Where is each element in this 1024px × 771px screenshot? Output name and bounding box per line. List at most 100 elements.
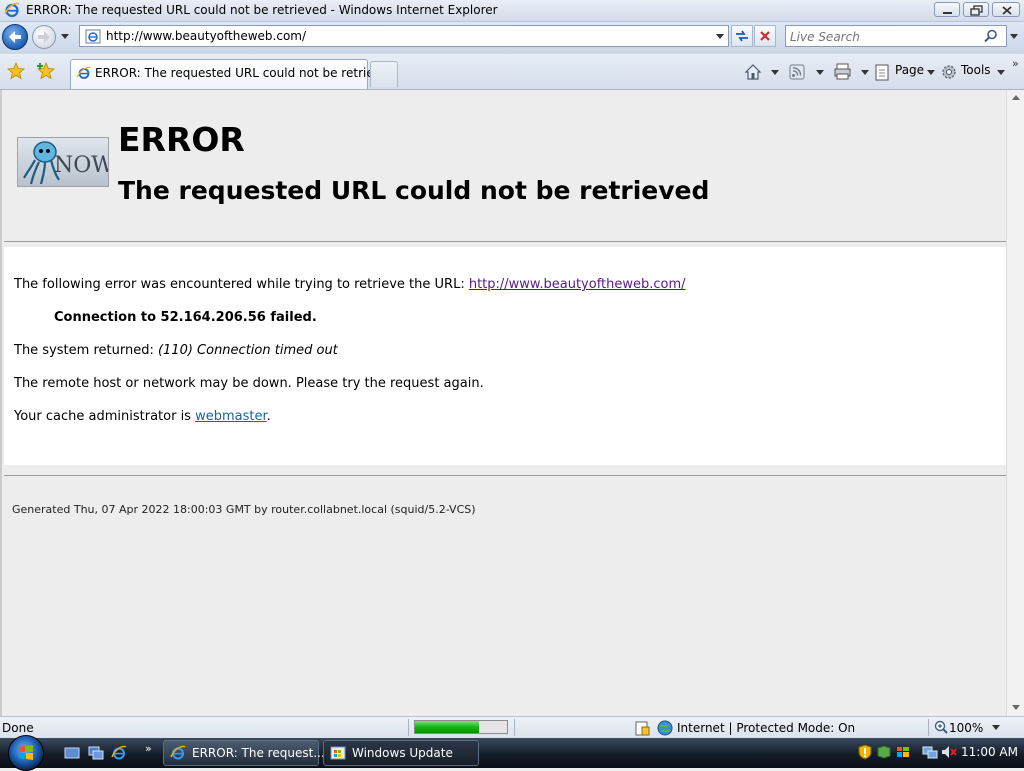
tools-menu-button[interactable]: Tools [941,62,1007,82]
stop-button[interactable] [754,25,776,47]
taskbar-button-label: ERROR: The request... [192,746,325,760]
cache-admin-text: Your cache administrator is [14,409,196,424]
ie-page-icon [77,66,91,79]
windows-logo-icon [19,745,33,760]
webmaster-link[interactable]: webmaster [195,409,267,424]
page-menu-label: Page [895,63,925,77]
divider [4,475,1006,476]
refresh-icon [736,30,748,42]
network-icon[interactable] [922,744,938,760]
progress-bar [414,720,508,734]
new-tab-button[interactable] [370,61,398,87]
more-commands-chevron-icon[interactable]: » [1012,57,1019,70]
zoom-dropdown-icon[interactable] [992,725,1000,731]
print-button[interactable] [834,62,870,82]
address-bar[interactable]: http://www.beautyoftheweb.com/ [79,25,729,47]
page-content: NOW ERROR The requested URL could not be… [0,90,1006,716]
progress-fill [415,721,480,733]
system-returned-paragraph: The system returned: (110) Connection ti… [14,343,338,358]
back-button[interactable] [2,24,28,50]
divider [408,719,409,736]
refresh-button[interactable] [731,25,753,47]
page-status-icon[interactable] [634,720,650,736]
logo-text: NOW [54,153,109,178]
start-button[interactable] [8,735,44,771]
tab-error-page[interactable]: ERROR: The requested URL could not be re… [70,59,396,89]
taskbar: » ERROR: The request... Windows Update 1… [0,735,1024,771]
divider [928,719,929,736]
taskbar-button-label: Windows Update [352,746,453,760]
title-bar: ERROR: The requested URL could not be re… [0,0,1024,22]
requested-url-link[interactable]: http://www.beautyoftheweb.com/ [469,277,686,292]
favorites-star-icon[interactable] [7,62,25,80]
close-icon [1002,6,1012,15]
minimize-button[interactable] [934,2,960,17]
url-text[interactable]: http://www.beautyoftheweb.com/ [106,29,306,43]
vertical-scrollbar[interactable] [1006,90,1024,716]
switch-windows-icon[interactable] [88,745,104,761]
system-returned-value: (110) Connection timed out [157,343,338,358]
error-details: The following error was encountered whil… [4,247,1006,465]
search-input[interactable] [788,27,982,47]
more-quick-launch-chevron-icon[interactable]: » [145,742,152,755]
cache-admin-suffix: . [266,409,271,424]
add-favorites-icon[interactable] [37,62,55,80]
squid-logo: NOW [17,137,109,187]
page-subheading: The requested URL could not be retrieved [118,176,710,205]
scroll-down-arrow-icon[interactable] [1012,705,1020,711]
taskbar-button-ie[interactable]: ERROR: The request... [163,740,325,766]
page-menu-button[interactable]: Page [874,62,936,82]
recent-pages-dropdown-icon[interactable] [61,34,69,40]
intro-text: The following error was encountered whil… [14,277,469,292]
ie-icon [170,745,186,760]
minimize-icon [943,12,952,14]
internet-globe-icon [657,720,673,736]
windows-update-icon [330,746,346,760]
system-returned-label: The system returned: [14,343,158,358]
volume-muted-icon[interactable] [941,744,957,760]
window-title: ERROR: The requested URL could not be re… [26,3,498,17]
restore-icon [970,5,983,16]
home-button[interactable] [744,62,780,82]
status-bar: Done Internet | Protected Mode: On 100% [0,716,1024,738]
tools-menu-label: Tools [961,63,991,77]
update-tray-icon[interactable] [876,744,892,760]
zoom-icon[interactable] [934,720,948,734]
search-options-dropdown-icon[interactable] [1010,34,1018,40]
tab-label: ERROR: The requested URL could not be re… [95,66,396,80]
taskbar-button-windows-update[interactable]: Windows Update [323,740,479,766]
security-alert-icon[interactable] [857,744,873,760]
zoom-level[interactable]: 100% [949,721,983,735]
cache-admin-paragraph: Your cache administrator is webmaster. [14,409,271,424]
forward-button[interactable] [32,25,56,49]
windows-tray-icon[interactable] [895,744,911,760]
tab-bar: ERROR: The requested URL could not be re… [0,55,1024,90]
remote-host-paragraph: The remote host or network may be down. … [14,376,484,391]
close-button[interactable] [992,2,1020,17]
status-text: Done [2,721,34,735]
search-box[interactable] [785,25,1007,47]
restore-button[interactable] [963,2,989,17]
scroll-up-arrow-icon[interactable] [1012,95,1020,101]
search-icon[interactable] [984,29,998,43]
show-desktop-icon[interactable] [64,745,80,761]
clock[interactable]: 11:00 AM [961,745,1018,759]
home-icon [744,64,779,80]
divider [514,719,515,736]
security-zone-text[interactable]: Internet | Protected Mode: On [677,721,855,735]
footer-text: Generated Thu, 07 Apr 2022 18:00:03 GMT … [12,503,476,516]
forward-arrow-icon [38,31,50,43]
printer-icon [834,63,869,80]
page-icon [85,29,101,44]
intro-paragraph: The following error was encountered whil… [14,277,686,292]
back-arrow-icon [9,31,21,43]
divider [4,241,1006,242]
stop-icon [760,31,770,41]
feeds-button[interactable] [789,62,825,82]
error-detail: Connection to 52.164.206.56 failed. [54,310,317,325]
page-heading: ERROR [118,120,245,159]
internet-explorer-icon[interactable] [111,745,127,761]
address-dropdown-icon[interactable] [716,34,724,40]
ie-logo-icon [4,2,20,18]
navigation-bar: http://www.beautyoftheweb.com/ [0,22,1024,54]
